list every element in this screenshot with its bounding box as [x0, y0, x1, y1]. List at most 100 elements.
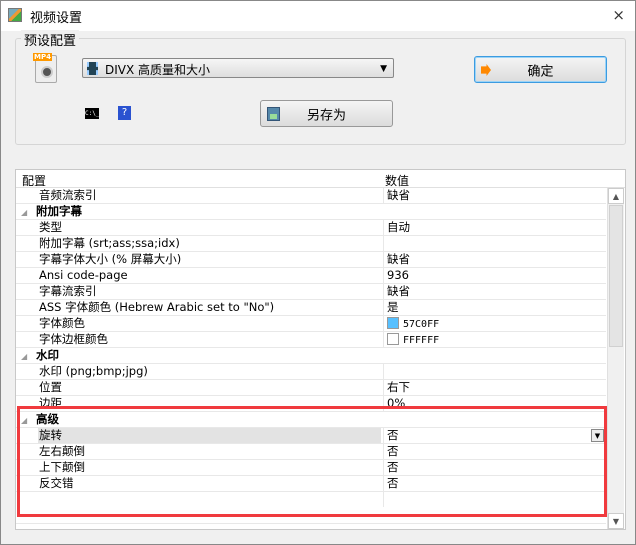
ok-button-label: 确定: [527, 64, 554, 79]
scroll-down-button[interactable]: ▼: [608, 513, 624, 529]
property-value[interactable]: 缺省: [383, 188, 606, 203]
preset-group: [15, 38, 626, 145]
value-text: 否: [387, 428, 399, 442]
dropdown-button[interactable]: ▼: [591, 429, 604, 442]
value-text: 右下: [387, 380, 410, 394]
row-label: 字幕字体大小 (% 屏幕大小): [39, 252, 182, 266]
row-label: 类型: [39, 220, 62, 234]
property-value[interactable]: FFFFFF: [383, 332, 606, 347]
value-text: FFFFFF: [403, 335, 440, 346]
row-label: 反交错: [39, 476, 74, 490]
property-name: 上下颠倒: [38, 460, 381, 475]
row-label: 字体颜色: [39, 316, 85, 330]
close-button[interactable]: ×: [612, 6, 625, 24]
property-value[interactable]: 右下: [383, 380, 606, 395]
row-label: 字幕流索引: [39, 284, 97, 298]
scrollbar-thumb[interactable]: [609, 205, 623, 347]
property-row[interactable]: 左右颠倒 否: [16, 444, 606, 460]
category-name: ◢ 水印: [20, 348, 363, 363]
property-name: 附加字幕 (srt;ass;ssa;idx): [38, 236, 381, 251]
property-row[interactable]: 水印 (png;bmp;jpg): [16, 364, 606, 380]
property-value[interactable]: [383, 364, 606, 379]
property-value[interactable]: 缺省: [383, 252, 606, 267]
property-row[interactable]: 附加字幕 (srt;ass;ssa;idx): [16, 236, 606, 252]
value-text: 缺省: [387, 284, 410, 298]
property-row[interactable]: 上下颠倒 否: [16, 460, 606, 476]
property-row[interactable]: 字幕字体大小 (% 屏幕大小) 缺省: [16, 252, 606, 268]
value-text: 是: [387, 300, 399, 314]
property-value[interactable]: [383, 348, 606, 363]
property-row[interactable]: 音频流索引 缺省: [16, 188, 606, 204]
color-swatch: [387, 333, 399, 345]
row-label: 附加字幕 (srt;ass;ssa;idx): [39, 236, 180, 250]
property-name: 水印 (png;bmp;jpg): [38, 364, 381, 379]
property-value[interactable]: 自动: [383, 220, 606, 235]
property-value[interactable]: 否: [383, 460, 606, 475]
row-label: 左右颠倒: [39, 444, 85, 458]
property-row[interactable]: Ansi code-page 936: [16, 268, 606, 284]
value-text: 936: [387, 268, 409, 282]
property-value[interactable]: [383, 236, 606, 251]
property-name: 字幕字体大小 (% 屏幕大小): [38, 252, 381, 267]
property-row[interactable]: 字幕流索引 缺省: [16, 284, 606, 300]
category-row[interactable]: ◢ 水印: [16, 348, 606, 364]
category-row[interactable]: ◢ 附加字幕: [16, 204, 606, 220]
save-as-button[interactable]: 另存为: [260, 100, 393, 127]
mp4-file-icon: MP4: [33, 53, 57, 83]
property-name: 字幕流索引: [38, 284, 381, 299]
value-text: 否: [387, 476, 399, 490]
mp4-badge: MP4: [33, 53, 52, 61]
property-value[interactable]: 936: [383, 268, 606, 283]
property-row[interactable]: 字体边框颜色 FFFFFF: [16, 332, 606, 348]
property-row[interactable]: 边距 0%: [16, 396, 606, 412]
property-row[interactable]: 类型 自动: [16, 220, 606, 236]
value-text: 57C0FF: [403, 319, 440, 330]
category-row[interactable]: ◢ 高级: [16, 412, 606, 428]
property-name: 位置: [38, 380, 381, 395]
property-row[interactable]: 反交错 否: [16, 476, 606, 492]
property-value[interactable]: 否 ▼: [383, 428, 606, 443]
property-row[interactable]: [16, 492, 606, 524]
collapse-triangle-icon[interactable]: ◢: [21, 413, 36, 428]
value-text: 否: [387, 460, 399, 474]
row-label: 水印: [36, 348, 59, 362]
column-header-name: 配置: [22, 174, 47, 188]
property-value[interactable]: 否: [383, 476, 606, 491]
property-value[interactable]: 57C0FF: [383, 316, 606, 331]
row-label: 上下颠倒: [39, 460, 85, 474]
property-rows: 音频流索引 缺省 ◢ 附加字幕 类型 自动 附加字幕 (srt;ass;ssa;idx) 字幕…: [16, 188, 606, 524]
property-value[interactable]: 是: [383, 300, 606, 315]
collapse-triangle-icon[interactable]: ◢: [21, 205, 36, 220]
property-value[interactable]: [383, 412, 606, 427]
preset-select[interactable]: DIVX 高质量和大小 ▼: [82, 58, 394, 78]
vertical-scrollbar[interactable]: ▲ ▼: [607, 188, 624, 529]
column-header-value: 数值: [385, 174, 410, 188]
property-row[interactable]: 旋转否 ▼: [16, 428, 606, 444]
value-text: 自动: [387, 220, 410, 234]
property-row[interactable]: 字体颜色 57C0FF: [16, 316, 606, 332]
property-value[interactable]: [383, 204, 606, 219]
save-as-button-label: 另存为: [306, 108, 346, 123]
property-row[interactable]: ASS 字体颜色 (Hebrew Arabic set to "No") 是: [16, 300, 606, 316]
ok-button[interactable]: 确定: [474, 56, 607, 83]
row-label: ASS 字体颜色 (Hebrew Arabic set to "No"): [39, 300, 275, 314]
value-text: 缺省: [387, 252, 410, 266]
value-text: 0%: [387, 396, 406, 410]
property-value[interactable]: 0%: [383, 396, 606, 411]
app-icon: [8, 8, 22, 22]
property-name: 音频流索引: [38, 188, 381, 203]
property-name: 旋转: [38, 428, 381, 443]
row-label: 高级: [36, 412, 59, 426]
property-value[interactable]: 缺省: [383, 284, 606, 299]
property-row[interactable]: 位置 右下: [16, 380, 606, 396]
property-name: Ansi code-page: [38, 268, 381, 283]
collapse-triangle-icon[interactable]: ◢: [21, 349, 36, 364]
title-bar: 视频设置 ×: [1, 1, 635, 31]
property-name: 字体颜色: [38, 316, 381, 331]
scroll-up-button[interactable]: ▲: [608, 188, 624, 204]
command-line-icon[interactable]: C:\_: [85, 108, 99, 119]
property-value[interactable]: 否: [383, 444, 606, 459]
property-value[interactable]: [383, 492, 606, 507]
help-icon[interactable]: ?: [118, 106, 131, 120]
row-label: 位置: [39, 380, 62, 394]
